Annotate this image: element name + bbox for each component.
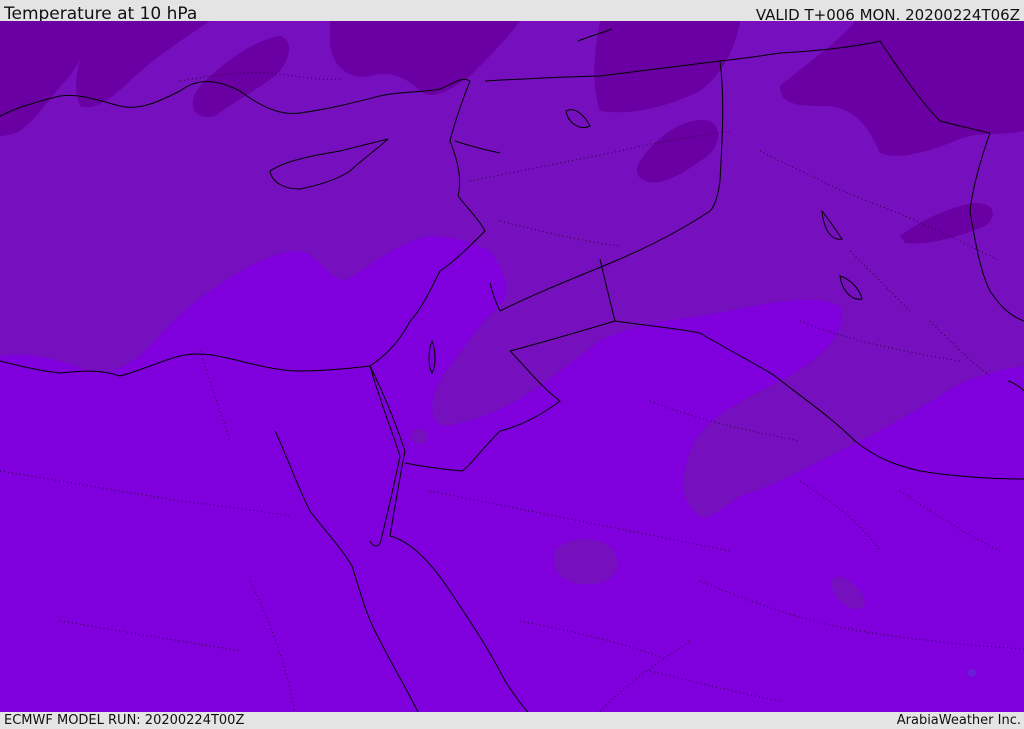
- footer-bar: ECMWF MODEL RUN: 20200224T00Z ArabiaWeat…: [0, 712, 1024, 729]
- header-bar: Temperature at 10 hPa VALID T+006 MON. 2…: [0, 0, 1024, 24]
- map-canvas: [0, 21, 1024, 712]
- credit-label: ArabiaWeather Inc.: [896, 713, 1021, 728]
- map-figure: Temperature at 10 hPa VALID T+006 MON. 2…: [0, 0, 1024, 729]
- map-marker-dot: [968, 669, 976, 677]
- temperature-blob-south: [554, 538, 618, 585]
- model-run-label: ECMWF MODEL RUN: 20200224T00Z: [4, 713, 245, 728]
- map-area: [0, 21, 1024, 712]
